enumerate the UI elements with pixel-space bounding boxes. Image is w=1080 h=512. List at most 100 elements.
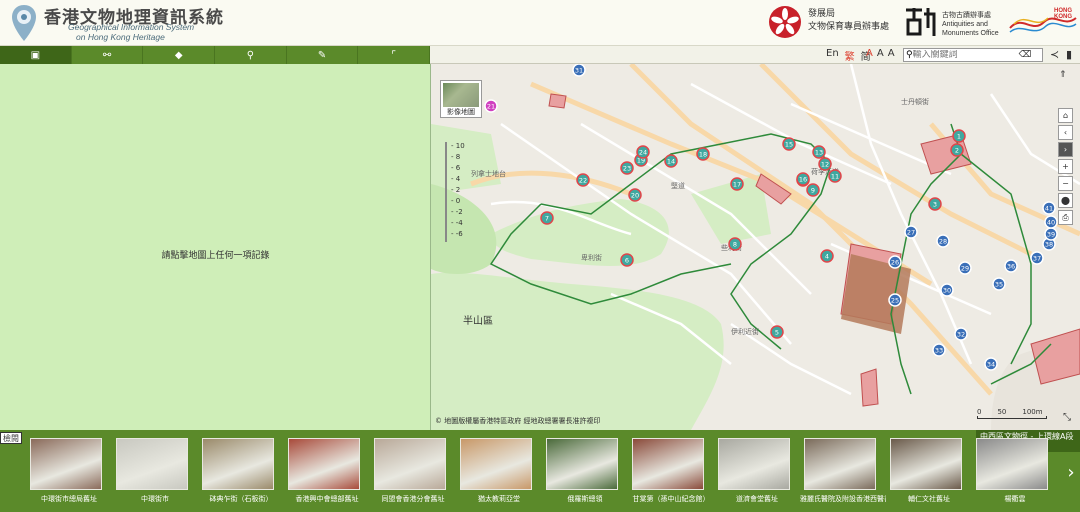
font-size-small[interactable]: A (866, 48, 873, 59)
svg-text:8: 8 (733, 241, 737, 249)
heritage-marker-17[interactable]: 17 (730, 177, 744, 191)
heritage-marker-21[interactable]: 21 (484, 99, 498, 113)
layers-icon: ◆ (174, 49, 183, 61)
tab-measure[interactable]: ⌜ (358, 46, 431, 64)
map-view[interactable]: 列拿士地台 堅道 卑利街 些利街 荷李活道 士丹頓街 伊利近街 12345678… (431, 64, 1080, 430)
heritage-marker-39[interactable]: 39 (1044, 227, 1058, 241)
heritage-marker-32[interactable]: 32 (954, 327, 968, 341)
next-arrow-icon[interactable]: › (1064, 460, 1078, 484)
heritage-marker-4[interactable]: 4 (820, 249, 834, 263)
heritage-marker-26[interactable]: 26 (888, 255, 902, 269)
lang-en[interactable]: En (824, 48, 841, 63)
heritage-marker-41[interactable]: 41 (1042, 201, 1056, 215)
svg-text:2: 2 (955, 147, 959, 155)
heritage-marker-34[interactable]: 34 (984, 357, 998, 371)
heritage-caption: 甘棠第（孫中山紀念館） (632, 495, 710, 503)
heritage-thumbnail[interactable]: 香港興中會總部舊址 (288, 438, 373, 510)
svg-text:5: 5 (775, 329, 779, 337)
heritage-marker-9[interactable]: 9 (806, 183, 820, 197)
heritage-marker-25[interactable]: 25 (888, 293, 902, 307)
heritage-marker-35[interactable]: 35 (992, 277, 1006, 291)
heritage-thumbnail[interactable]: 輔仁文社舊址 (890, 438, 975, 510)
street-label: 伊利近街 (731, 327, 759, 336)
heritage-marker-27[interactable]: 27 (904, 225, 918, 239)
system-title-en-2: on Hong Kong Heritage (76, 32, 165, 42)
svg-text:KONG: KONG (1054, 14, 1072, 20)
svg-text:33: 33 (935, 347, 943, 355)
heritage-thumbnail[interactable]: 猶太教莉亞堂 (460, 438, 545, 510)
tab-layers[interactable]: ◆ (143, 46, 216, 64)
font-size-medium[interactable]: A (877, 48, 884, 59)
heritage-marker-22[interactable]: 22 (576, 173, 590, 187)
explore-tab[interactable]: 檢閱 (0, 432, 22, 444)
heritage-marker-3[interactable]: 3 (928, 197, 942, 211)
heritage-marker-6[interactable]: 6 (620, 253, 634, 267)
heritage-marker-40[interactable]: 40 (1044, 215, 1058, 229)
heritage-thumbnail[interactable]: 俄羅斯總領 (546, 438, 631, 510)
heritage-marker-28[interactable]: 28 (936, 234, 950, 248)
heritage-marker-29[interactable]: 29 (958, 261, 972, 275)
tab-search[interactable]: ⚲ (215, 46, 287, 64)
amo-name-zh: 古物古蹟辦事處 (942, 11, 991, 19)
heritage-marker-30[interactable]: 30 (940, 283, 954, 297)
heritage-photo (718, 438, 790, 490)
locate-button[interactable]: ⬤ (1058, 193, 1073, 208)
heritage-thumbnail[interactable]: 楊衢雲 (976, 438, 1061, 510)
heritage-marker-33[interactable]: 33 (932, 343, 946, 357)
tab-draw[interactable]: ✎ (287, 46, 359, 64)
font-size-large[interactable]: A (888, 48, 895, 59)
hillside-area (431, 272, 724, 430)
heritage-marker-13[interactable]: 13 (812, 145, 826, 159)
share-icon[interactable]: ≺ (1050, 48, 1059, 61)
heritage-marker-24[interactable]: 24 (636, 145, 650, 159)
heritage-thumbnail[interactable]: 砵典乍街（石板街） (202, 438, 287, 510)
imagery-thumbnail (443, 83, 479, 107)
heritage-photo (804, 438, 876, 490)
home-button[interactable]: ⌂ (1058, 108, 1073, 123)
heritage-marker-1[interactable]: 1 (952, 129, 966, 143)
pan-right-button[interactable]: › (1058, 142, 1073, 157)
clear-search-icon[interactable]: ⌫ (1019, 50, 1032, 60)
heritage-marker-16[interactable]: 16 (796, 172, 810, 186)
heritage-marker-20[interactable]: 20 (628, 188, 642, 202)
heritage-marker-18[interactable]: 18 (696, 147, 710, 161)
tab-imagery[interactable]: ▣ (0, 46, 72, 69)
svg-text:39: 39 (1047, 231, 1055, 239)
heritage-thumbnail[interactable]: 甘棠第（孫中山紀念館） (632, 438, 717, 510)
heritage-marker-36[interactable]: 36 (1004, 259, 1018, 273)
svg-text:24: 24 (639, 149, 647, 157)
pan-left-button[interactable]: ‹ (1058, 125, 1073, 140)
heritage-marker-31[interactable]: 31 (572, 64, 586, 77)
heritage-marker-15[interactable]: 15 (782, 137, 796, 151)
heritage-thumbnail[interactable]: 同盟會香港分會舊址 (374, 438, 459, 510)
gis-logo-icon (12, 5, 36, 41)
heritage-marker-14[interactable]: 14 (664, 154, 678, 168)
imagery-map-toggle[interactable]: 影像地圖 (440, 80, 482, 118)
heritage-marker-37[interactable]: 37 (1030, 251, 1044, 265)
heritage-thumbnail[interactable]: 道濟會堂舊址 (718, 438, 803, 510)
heritage-marker-23[interactable]: 23 (620, 161, 634, 175)
svg-text:29: 29 (961, 265, 969, 273)
lang-tc[interactable]: 繁 (843, 48, 857, 63)
bag-icon[interactable]: ▮ (1066, 48, 1072, 61)
thumbnail-list: 中環街市總局舊址 中環街市 砵典乍街（石板街） 香港興中會總部舊址 同盟會香港分會舊址 猶… (30, 438, 1062, 510)
heritage-marker-5[interactable]: 5 (770, 325, 784, 339)
zoom-scale[interactable]: - 10 - 8 - 6 - 4 - 2 - 0 - -2 - -4 - -6 (443, 142, 469, 242)
zoom-out-button[interactable]: − (1058, 176, 1073, 191)
heritage-marker-12[interactable]: 12 (818, 157, 832, 171)
print-button[interactable]: ⎙ (1058, 210, 1073, 225)
heritage-marker-8[interactable]: 8 (728, 237, 742, 251)
heritage-thumbnail[interactable]: 中環街市 (116, 438, 201, 510)
heritage-thumbnail[interactable]: 中環街市總局舊址 (30, 438, 115, 510)
heritage-marker-11[interactable]: 11 (828, 169, 842, 183)
heritage-caption: 中環街市總局舊址 (41, 495, 97, 503)
tab-route[interactable]: ⚯ (72, 46, 144, 64)
amo-name-en: Antiquities and Monuments Office (942, 21, 999, 37)
search-input[interactable] (912, 50, 1017, 60)
heritage-marker-7[interactable]: 7 (540, 211, 554, 225)
zoom-in-button[interactable]: + (1058, 159, 1073, 174)
heritage-marker-2[interactable]: 2 (950, 143, 964, 157)
heritage-thumbnail[interactable]: 雅麗氏醫院及附設香港西醫書院舊址 (800, 438, 889, 510)
expand-icon[interactable]: ⤡ (1063, 412, 1071, 423)
svg-text:4: 4 (825, 253, 829, 261)
